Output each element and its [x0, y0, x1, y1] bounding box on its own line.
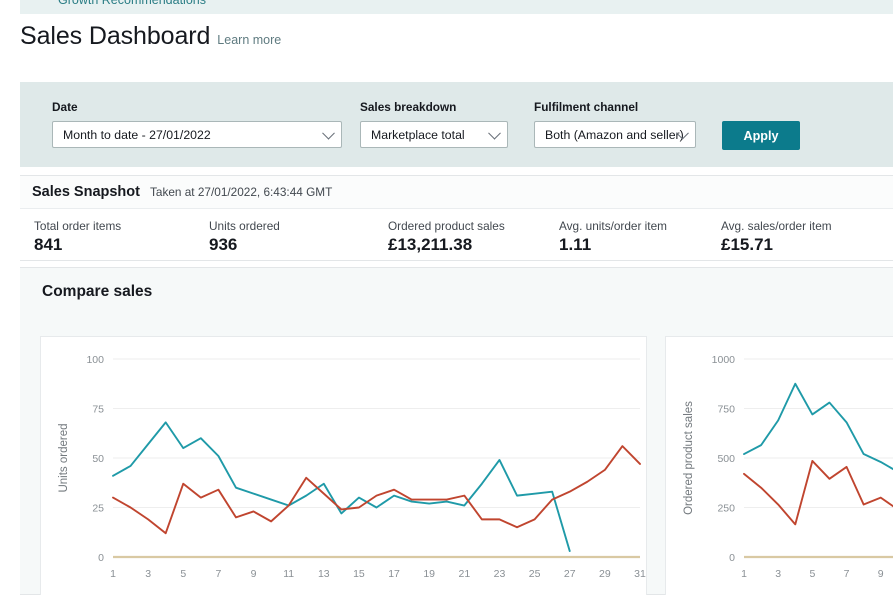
date-filter-label: Date [52, 100, 78, 114]
metric-label: Units ordered [209, 219, 280, 233]
fulfilment-channel-filter: Fulfilment channel Both (Amazon and sell… [534, 100, 696, 148]
x-axis-tick-label: 1 [741, 568, 747, 580]
metric-total-order-items: Total order items 841 [34, 219, 209, 255]
x-axis-tick-label: 3 [145, 568, 151, 580]
metric-label: Avg. units/order item [559, 219, 667, 233]
x-axis-tick-label: 1 [110, 568, 116, 580]
x-axis-tick-label: 11 [283, 568, 294, 580]
x-axis-tick-label: 29 [599, 568, 611, 580]
sales-snapshot-header: Sales Snapshot Taken at 27/01/2022, 6:43… [20, 176, 893, 209]
compare-sales-section: Compare sales 0 25 50 75 100 1 3 5 7 9 11 13 15 17 19 2… [20, 267, 893, 595]
metric-value: £15.71 [721, 235, 773, 254]
sales-breakdown-label: Sales breakdown [360, 100, 457, 114]
snapshot-metrics: Total order items 841 Units ordered 936 … [20, 209, 893, 255]
chevron-down-icon [488, 126, 501, 140]
y-axis-title: Units ordered [58, 423, 70, 492]
x-axis-tick-label: 9 [878, 568, 884, 580]
x-axis-tick-label: 17 [388, 568, 400, 580]
metric-value: £13,211.38 [388, 235, 473, 254]
apply-button[interactable]: Apply [722, 121, 800, 150]
y-axis-tick-label: 0 [729, 552, 735, 564]
ordered-product-sales-chart-svg: 025050075010001357911Ordered product sal… [683, 354, 893, 580]
units-ordered-chart-svg: 02550751001 3 5 7 9 11 13 15 17 19 21 23 25 27 29 31Uni… [58, 354, 646, 580]
sales-snapshot-timestamp: Taken at 27/01/2022, 6:43:44 GMT [149, 185, 333, 199]
fulfilment-channel-select[interactable]: Both (Amazon and seller) [534, 121, 696, 148]
compare-sales-title: Compare sales [42, 283, 153, 300]
y-axis-tick-label: 750 [717, 404, 735, 416]
y-axis-tick-label: 25 [92, 503, 104, 515]
page-header: Sales Dashboard Learn more [20, 22, 893, 70]
sales-snapshot-title: Sales Snapshot [32, 184, 140, 200]
sales-breakdown-filter: Sales breakdown Marketplace total [360, 100, 508, 148]
sales-breakdown-select[interactable]: Marketplace total [360, 121, 508, 148]
sales-breakdown-value: Marketplace total [371, 127, 465, 142]
y-axis-title: Ordered product sales [683, 401, 695, 515]
growth-recommendations-label: Growth Recommendations [58, 0, 206, 7]
series-line-current-period [743, 460, 893, 526]
filter-bar: Date Month to date - 27/01/2022 Sales br… [20, 82, 893, 167]
x-axis-tick-label: 9 [251, 568, 257, 580]
x-axis-tick-label: 31 [634, 568, 646, 580]
x-axis-tick-label: 27 [564, 568, 576, 580]
metric-label: Total order items [34, 219, 122, 233]
metric-label: Ordered product sales [388, 219, 505, 233]
series-line-previous-period [743, 382, 893, 471]
x-axis-tick-label: 23 [494, 568, 506, 580]
y-axis-tick-label: 250 [717, 503, 735, 515]
sales-dashboard-page: Growth Recommendations Sales Dashboard L… [0, 0, 893, 595]
page-title: Sales Dashboard [20, 22, 211, 50]
x-axis-tick-label: 21 [458, 568, 470, 580]
metric-value: 936 [209, 235, 238, 254]
ordered-product-sales-chart[interactable]: 025050075010001357911Ordered product sal… [665, 336, 893, 595]
y-axis-tick-label: 100 [86, 354, 104, 366]
y-axis-tick-label: 75 [92, 404, 104, 416]
chevron-down-icon [322, 126, 335, 140]
metric-avg-units-per-order-item: Avg. units/order item 1.11 [559, 219, 721, 255]
y-axis-tick-label: 0 [98, 552, 104, 564]
x-axis-tick-label: 25 [529, 568, 541, 580]
y-axis-tick-label: 50 [92, 453, 104, 465]
x-axis-tick-label: 7 [844, 568, 850, 580]
learn-more-link[interactable]: Learn more [217, 33, 281, 47]
x-axis-tick-label: 13 [318, 568, 330, 580]
metric-ordered-product-sales: Ordered product sales £13,211.38 [388, 219, 559, 255]
date-filter: Date Month to date - 27/01/2022 [52, 100, 342, 148]
metric-value: 1.11 [559, 235, 592, 254]
sales-snapshot-card: Sales Snapshot Taken at 27/01/2022, 6:43… [20, 175, 893, 261]
x-axis-tick-label: 7 [215, 568, 221, 580]
y-axis-tick-label: 500 [717, 453, 735, 465]
x-axis-tick-label: 15 [353, 568, 365, 580]
date-select[interactable]: Month to date - 27/01/2022 [52, 121, 342, 148]
fulfilment-channel-label: Fulfilment channel [534, 100, 639, 114]
growth-recommendations-banner[interactable]: Growth Recommendations [20, 0, 893, 14]
x-axis-tick-label: 19 [423, 568, 435, 580]
metric-avg-sales-per-order-item: Avg. sales/order item £15.71 [721, 219, 832, 255]
x-axis-tick-label: 3 [775, 568, 781, 580]
metric-units-ordered: Units ordered 936 [209, 219, 388, 255]
units-ordered-chart[interactable]: 0 25 50 75 100 1 3 5 7 9 11 13 15 17 19 21 23 25 27 29 31 Uni… [40, 336, 647, 595]
charts-row: 0 25 50 75 100 1 3 5 7 9 11 13 15 17 19 21 23 25 27 29 31 Uni… [40, 336, 893, 595]
x-axis-tick-label: 5 [180, 568, 186, 580]
fulfilment-channel-value: Both (Amazon and seller) [545, 127, 684, 142]
y-axis-tick-label: 1000 [712, 354, 736, 366]
date-select-value: Month to date - 27/01/2022 [63, 127, 211, 142]
metric-value: 841 [34, 235, 63, 254]
x-axis-tick-label: 5 [809, 568, 815, 580]
metric-label: Avg. sales/order item [721, 219, 832, 233]
